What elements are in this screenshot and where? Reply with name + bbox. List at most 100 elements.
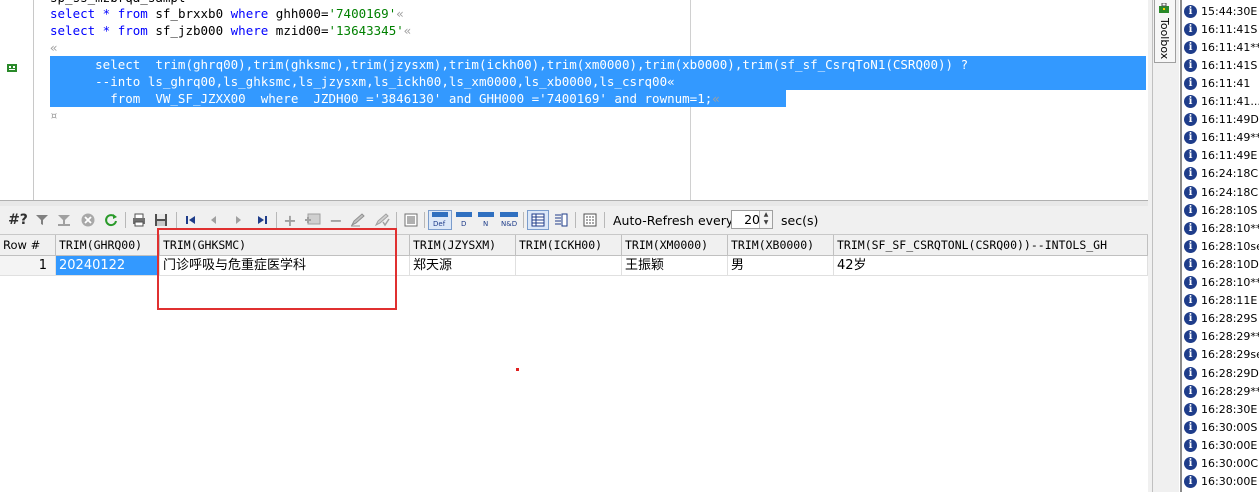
save-icon[interactable]: [152, 210, 170, 230]
svg-text:Def: Def: [433, 220, 446, 228]
log-entry[interactable]: i 16:28:29 **: [1184, 328, 1259, 346]
filter-clear-icon[interactable]: [55, 210, 73, 230]
refresh-interval-value: 20: [744, 212, 760, 227]
column-header[interactable]: TRIM(XM0000): [622, 235, 728, 256]
cancel-icon[interactable]: [79, 210, 97, 230]
log-time: 16:28:10: [1201, 239, 1251, 253]
sql-editor[interactable]: sp_ss_mzbrqa_sampl select * from sf_brxx…: [0, 0, 1152, 200]
log-message: C: [1250, 167, 1259, 181]
add-record-icon[interactable]: +: [281, 210, 299, 230]
toolbar-separator: [276, 212, 277, 228]
grid-view-icon[interactable]: [527, 210, 549, 230]
log-entry[interactable]: i 16:28:10 S: [1184, 201, 1257, 219]
info-icon: i: [1184, 239, 1197, 253]
post-edit-icon[interactable]: [372, 210, 392, 230]
info-icon: i: [1184, 22, 1197, 36]
log-entry[interactable]: i 16:11:41 ...: [1184, 93, 1259, 111]
toolbox-label: Toolbox: [1158, 18, 1171, 60]
column-header[interactable]: TRIM(GHRQ00): [56, 235, 160, 256]
refresh-interval-stepper[interactable]: 20 ▲ ▼: [731, 210, 773, 229]
column-header[interactable]: TRIM(ICKH00): [516, 235, 622, 256]
table-cell[interactable]: 42岁: [834, 256, 1148, 276]
table-cell[interactable]: [516, 256, 622, 276]
annotation-highlight-box: [157, 228, 397, 310]
info-icon: i: [1184, 149, 1197, 163]
log-time: 16:30:00: [1201, 457, 1251, 470]
table-cell[interactable]: 郑天源: [410, 256, 516, 276]
log-message: C: [1250, 185, 1259, 199]
output-log-panel[interactable]: i 15:44:30 Ei 16:11:41 Si 16:11:41 ** i 16:11…: [1182, 0, 1259, 492]
log-entry[interactable]: i 16:24:18 C: [1184, 183, 1258, 201]
table-cell[interactable]: 男: [728, 256, 834, 276]
row-number-cell[interactable]: 1: [0, 256, 56, 276]
log-time: 16:11:49: [1201, 113, 1251, 127]
default-layout-icon[interactable]: Def: [428, 210, 452, 230]
filter-icon[interactable]: [33, 210, 51, 230]
auto-refresh-icon[interactable]: [580, 210, 600, 230]
table-cell[interactable]: 20240122: [56, 256, 160, 276]
info-icon: i: [1184, 167, 1197, 181]
selected-line-1: select trim(ghrq00),trim(ghksmc),trim(jz…: [50, 57, 969, 72]
log-message: E: [1250, 475, 1258, 489]
stepper-arrows-icon[interactable]: ▲ ▼: [759, 211, 772, 228]
log-entry[interactable]: i 16:11:41 **: [1184, 38, 1259, 56]
log-message: S: [1250, 58, 1258, 72]
column-header[interactable]: TRIM(SF_SF_CSRQTONL(CSRQ00))--INTOLS_GH: [834, 235, 1148, 256]
layout-nd-icon[interactable]: N&D: [498, 210, 520, 230]
last-record-icon[interactable]: [253, 210, 271, 230]
log-entry[interactable]: i 16:11:41 S: [1184, 20, 1257, 38]
info-icon: i: [1184, 4, 1197, 18]
log-entry[interactable]: i 16:28:11 E: [1184, 292, 1257, 310]
log-message: se: [1250, 348, 1259, 362]
log-entry[interactable]: i 16:30:00 S: [1184, 418, 1257, 436]
log-entry[interactable]: i 16:11:41 S: [1184, 56, 1257, 74]
log-entry[interactable]: i 16:11:41: [1184, 74, 1250, 92]
delete-record-icon[interactable]: −: [328, 210, 344, 230]
seconds-label: sec(s): [781, 213, 819, 228]
log-time: 16:30:00: [1201, 438, 1251, 452]
info-icon: i: [1184, 438, 1197, 452]
log-entry[interactable]: i 16:28:29 **: [1184, 382, 1259, 400]
log-entry[interactable]: i 16:24:18 C: [1184, 165, 1258, 183]
log-entry[interactable]: i 16:28:30 E: [1184, 400, 1257, 418]
info-icon: i: [1184, 457, 1197, 470]
log-entry[interactable]: i 16:11:49 E: [1184, 147, 1257, 165]
log-entry[interactable]: i 16:30:00 C: [1184, 455, 1258, 473]
column-header-row-number[interactable]: Row #: [0, 235, 56, 256]
refresh-icon[interactable]: [101, 210, 121, 230]
first-record-icon[interactable]: [182, 210, 200, 230]
info-icon: i: [1184, 221, 1197, 235]
log-time: 16:30:00: [1201, 475, 1251, 489]
table-cell[interactable]: 王振颖: [622, 256, 728, 276]
log-time: 16:28:29: [1201, 330, 1251, 344]
edit-record-icon[interactable]: [348, 210, 368, 230]
info-icon: i: [1184, 95, 1197, 108]
toolbar-separator: [523, 212, 524, 228]
log-entry[interactable]: i 16:28:10 **: [1184, 219, 1259, 237]
column-header[interactable]: TRIM(JZYSXM): [410, 235, 516, 256]
log-entry[interactable]: i 15:44:30 E: [1184, 2, 1257, 20]
query-hash-button[interactable]: #?: [6, 210, 30, 230]
log-entry[interactable]: i 16:30:00 E: [1184, 436, 1257, 454]
column-header[interactable]: TRIM(XB0000): [728, 235, 834, 256]
log-entry[interactable]: i 16:28:10 **: [1184, 274, 1259, 292]
log-entry[interactable]: i 16:28:29 S: [1184, 310, 1257, 328]
duplicate-record-icon[interactable]: [303, 210, 323, 230]
layout-d-icon[interactable]: D: [454, 210, 474, 230]
log-entry[interactable]: i 16:11:49 D: [1184, 111, 1259, 129]
log-entry[interactable]: i 16:28:29 D: [1184, 364, 1259, 382]
next-record-icon[interactable]: [229, 210, 247, 230]
layout-n-icon[interactable]: N: [476, 210, 496, 230]
log-entry[interactable]: i 16:28:10 D: [1184, 255, 1259, 273]
log-time: 16:30:00: [1201, 420, 1251, 434]
log-entry[interactable]: i 16:30:00 E: [1184, 473, 1257, 491]
info-icon: i: [1184, 276, 1197, 289]
prev-record-icon[interactable]: [205, 210, 223, 230]
log-entry[interactable]: i 16:28:29 se: [1184, 346, 1259, 364]
single-record-view-icon[interactable]: [551, 210, 571, 230]
log-entry[interactable]: i 16:28:10 se: [1184, 237, 1259, 255]
toolbox-tab[interactable]: Toolbox: [1154, 0, 1176, 63]
record-view-icon[interactable]: [401, 210, 421, 230]
print-icon[interactable]: [130, 210, 148, 230]
log-entry[interactable]: i 16:11:49 **: [1184, 129, 1259, 147]
